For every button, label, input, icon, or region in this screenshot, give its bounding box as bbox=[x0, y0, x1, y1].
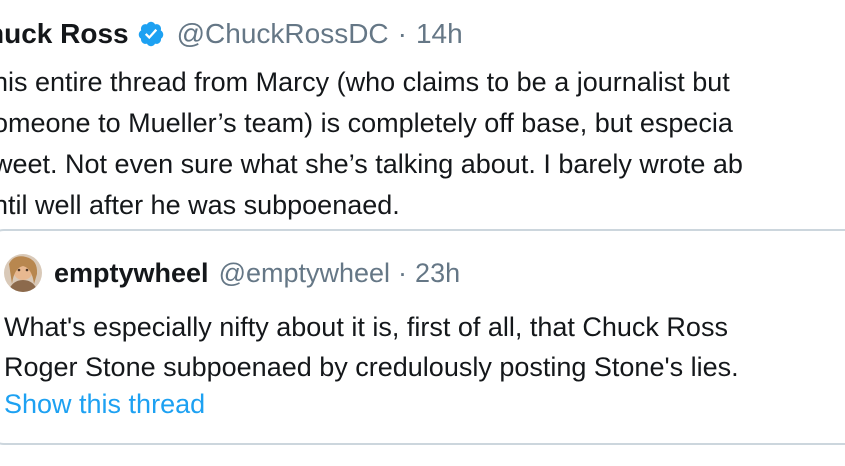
author-handle[interactable]: @ChuckRossDC bbox=[177, 18, 389, 50]
quoted-tweet-body: What's especially nifty about it is, fir… bbox=[4, 307, 845, 387]
tweet-body-line: ntil well after he was subpoenaed. bbox=[0, 190, 400, 220]
separator-dot: · bbox=[397, 18, 407, 49]
tweet-timestamp[interactable]: 14h bbox=[416, 18, 463, 50]
tweet-body-line: weet. Not even sure what she’s talking a… bbox=[0, 149, 743, 179]
separator-dot: · bbox=[398, 257, 408, 288]
quoted-author-display-name[interactable]: emptywheel bbox=[54, 258, 209, 289]
tweet-body: his entire thread from Marcy (who claims… bbox=[0, 62, 845, 226]
author-display-name[interactable]: huck Ross bbox=[0, 18, 129, 50]
avatar[interactable] bbox=[4, 254, 42, 292]
quoted-tweet-timestamp[interactable]: 23h bbox=[415, 258, 460, 289]
quoted-tweet-body-line: Roger Stone subpoenaed by credulously po… bbox=[4, 352, 739, 382]
tweet-header: huck Ross @ChuckRossDC · 14h bbox=[0, 14, 463, 54]
verified-badge-icon bbox=[137, 20, 165, 48]
quoted-tweet-card[interactable]: emptywheel @emptywheel · 23h What's espe… bbox=[0, 229, 845, 445]
quoted-author-handle[interactable]: @emptywheel bbox=[219, 258, 390, 289]
quoted-tweet-header: emptywheel @emptywheel · 23h bbox=[4, 251, 460, 295]
show-thread-link[interactable]: Show this thread bbox=[4, 389, 205, 420]
quoted-tweet-body-line: What's especially nifty about it is, fir… bbox=[4, 312, 728, 342]
tweet-body-line: omeone to Mueller’s team) is completely … bbox=[0, 108, 733, 138]
tweet: huck Ross @ChuckRossDC · 14h his entire … bbox=[0, 0, 845, 466]
tweet-body-line: his entire thread from Marcy (who claims… bbox=[0, 67, 730, 97]
